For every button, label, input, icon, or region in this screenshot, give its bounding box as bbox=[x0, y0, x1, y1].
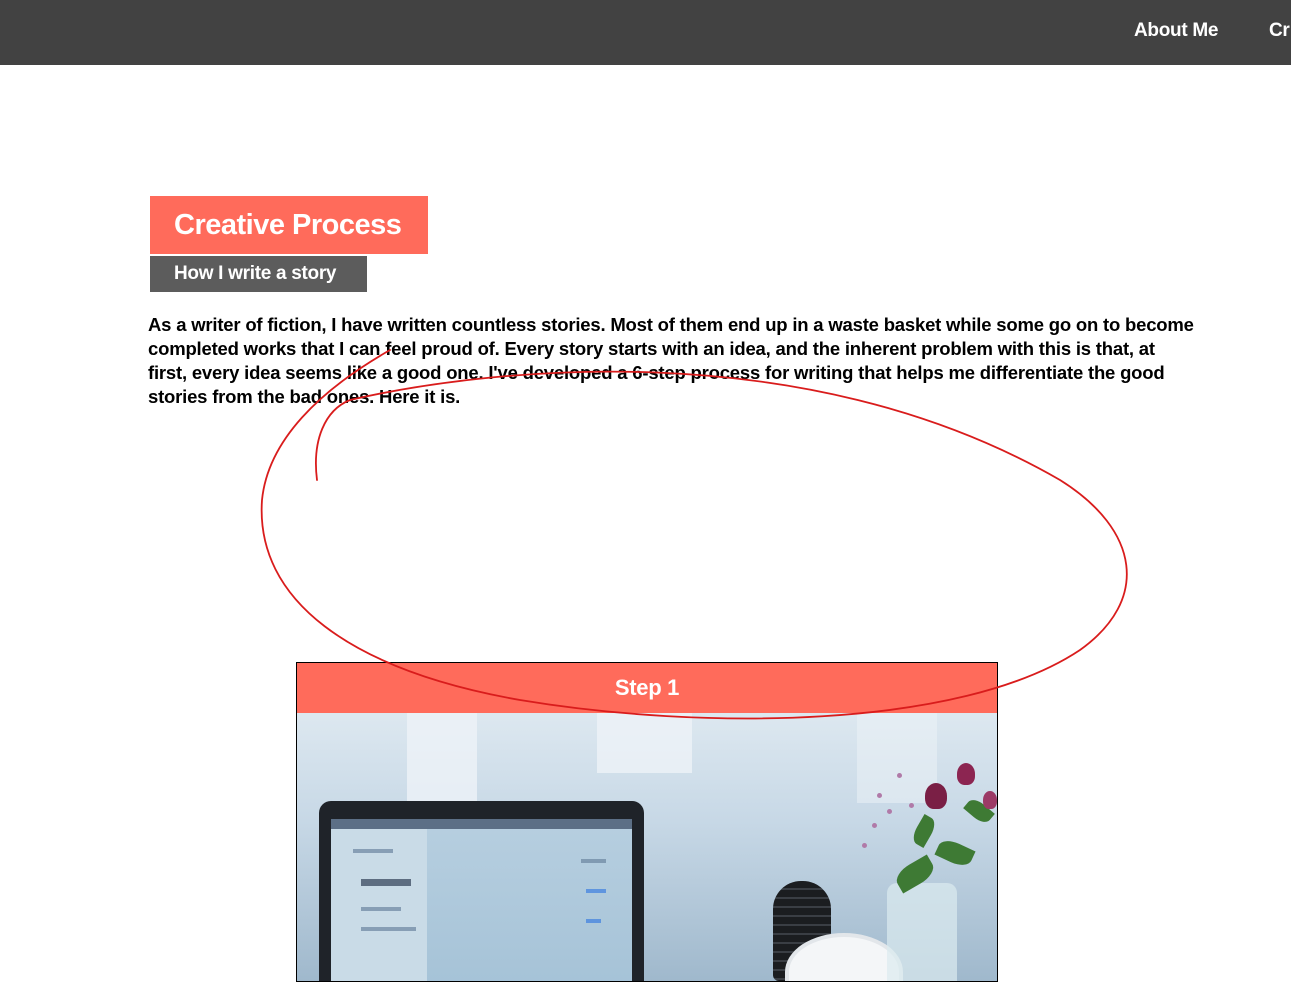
step-heading: Step 1 bbox=[297, 663, 997, 713]
step-card: Step 1 bbox=[296, 662, 998, 982]
page-title: Creative Process bbox=[150, 196, 428, 254]
flower-illustration bbox=[925, 783, 947, 809]
vase-illustration bbox=[887, 883, 957, 981]
nav-link-about-me[interactable]: About Me bbox=[1134, 20, 1218, 42]
laptop-illustration bbox=[319, 801, 644, 981]
top-navigation-bar: About Me Cr bbox=[0, 0, 1291, 65]
nav-link-creative-process[interactable]: Cr bbox=[1269, 20, 1290, 42]
intro-paragraph: As a writer of fiction, I have written c… bbox=[148, 314, 1194, 407]
page-subtitle: How I write a story bbox=[150, 256, 367, 292]
step-image bbox=[297, 713, 997, 981]
